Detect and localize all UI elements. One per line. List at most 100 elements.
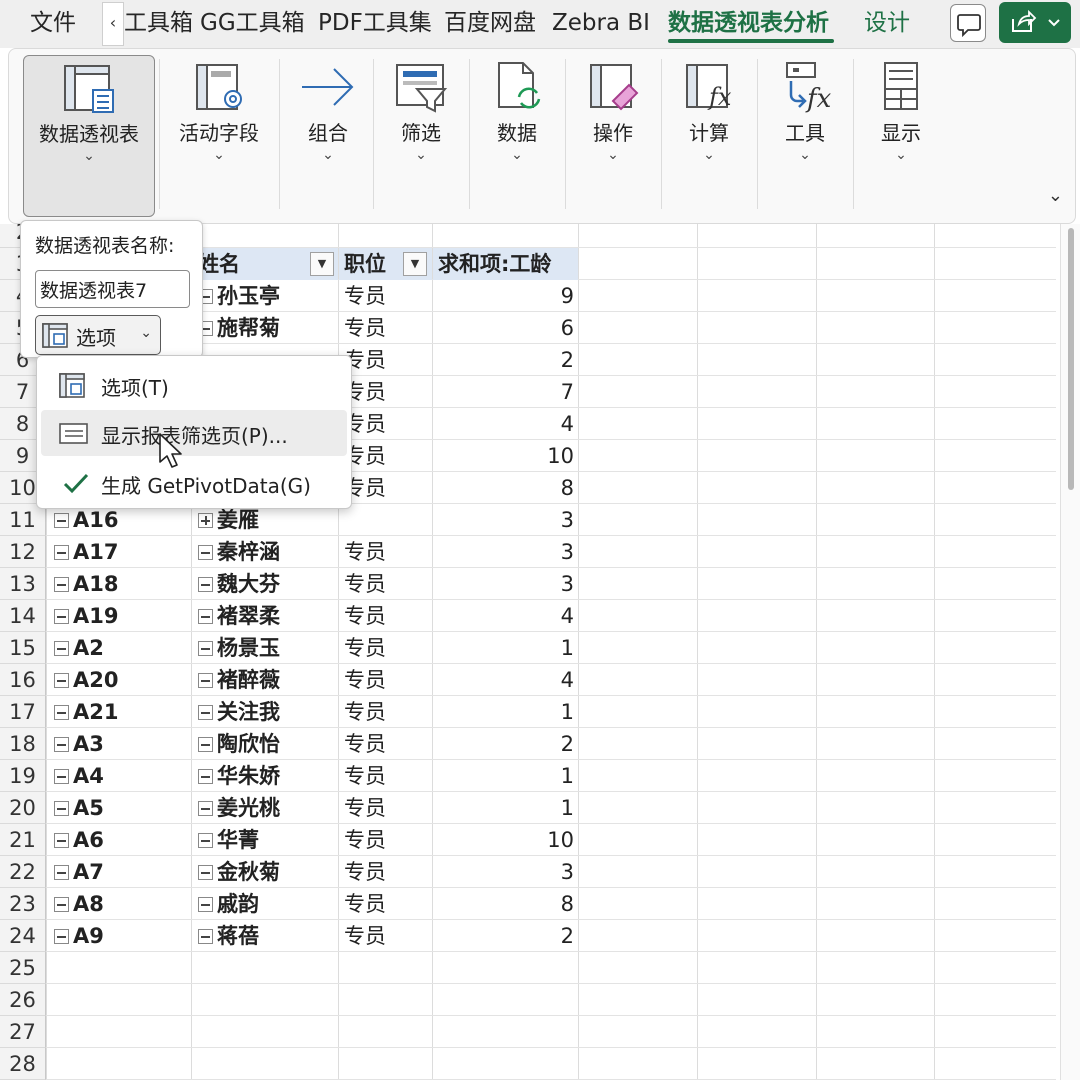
row-header[interactable]: 26 <box>0 984 46 1016</box>
ribbon-filter-button[interactable]: 筛选 ⌄ <box>379 55 463 217</box>
pivot-position-cell[interactable]: 专员 <box>344 376 432 408</box>
pivottable-name-input[interactable] <box>35 270 190 308</box>
row-header[interactable]: 19 <box>0 760 46 792</box>
pivot-value-cell[interactable]: 1 <box>436 792 574 824</box>
expand-icon[interactable] <box>198 513 213 528</box>
pivot-position-cell[interactable]: 专员 <box>344 792 432 824</box>
row-header[interactable]: 12 <box>0 536 46 568</box>
collapse-icon[interactable] <box>54 513 69 528</box>
row-header[interactable]: 18 <box>0 728 46 760</box>
row-header[interactable]: 27 <box>0 1016 46 1048</box>
pivot-position-cell[interactable]: 专员 <box>344 568 432 600</box>
pivot-value-cell[interactable]: 9 <box>436 280 574 312</box>
ribbon-group-button[interactable]: 组合 ⌄ <box>287 55 369 217</box>
pivot-position-cell[interactable]: 专员 <box>344 920 432 952</box>
pivot-value-cell[interactable]: 2 <box>436 728 574 760</box>
row-header[interactable]: 13 <box>0 568 46 600</box>
row-header[interactable]: 11 <box>0 504 46 536</box>
comments-button[interactable] <box>950 4 986 42</box>
pivot-name-cell[interactable]: 关注我 <box>198 696 338 728</box>
collapse-icon[interactable] <box>198 769 213 784</box>
collapse-icon[interactable] <box>54 833 69 848</box>
pivot-name-cell[interactable]: 施帮菊 <box>198 312 338 344</box>
collapse-icon[interactable] <box>198 833 213 848</box>
pivot-value-cell[interactable]: 3 <box>436 536 574 568</box>
pivot-id-cell[interactable]: A20 <box>54 664 190 696</box>
pivot-value-cell[interactable]: 2 <box>436 920 574 952</box>
pivot-position-cell[interactable]: 专员 <box>344 312 432 344</box>
collapse-icon[interactable] <box>54 769 69 784</box>
pivot-name-cell[interactable]: 戚韵 <box>198 888 338 920</box>
pivot-name-cell[interactable]: 姜光桃 <box>198 792 338 824</box>
ribbon-data-button[interactable]: 数据 ⌄ <box>475 55 559 217</box>
tab-baidu-netdisk[interactable]: 百度网盘 <box>444 6 536 40</box>
tab-gg-toolbox[interactable]: GG工具箱 <box>200 6 305 40</box>
ribbon-active-field-button[interactable]: 活动字段 ⌄ <box>165 55 273 217</box>
pivot-value-cell[interactable]: 1 <box>436 632 574 664</box>
collapse-icon[interactable] <box>198 609 213 624</box>
ribbon-calculations-button[interactable]: fx 计算 ⌄ <box>667 55 751 217</box>
tab-pdf-tools[interactable]: PDF工具集 <box>318 6 432 40</box>
pivot-id-cell[interactable]: A4 <box>54 760 190 792</box>
filter-dropdown-icon[interactable]: ▼ <box>310 252 334 276</box>
collapse-icon[interactable] <box>198 801 213 816</box>
pivot-position-cell[interactable]: 专员 <box>344 728 432 760</box>
pivot-value-cell[interactable]: 4 <box>436 408 574 440</box>
pivot-position-cell[interactable]: 专员 <box>344 536 432 568</box>
pivot-position-cell[interactable]: 专员 <box>344 760 432 792</box>
pivot-value-cell[interactable]: 10 <box>436 440 574 472</box>
chevron-down-icon[interactable]: ⌄ <box>140 325 152 341</box>
pivot-position-cell[interactable]: 专员 <box>344 280 432 312</box>
pivot-position-cell[interactable]: 专员 <box>344 824 432 856</box>
pivot-value-cell[interactable]: 1 <box>436 696 574 728</box>
collapse-icon[interactable] <box>198 865 213 880</box>
pivot-value-cell[interactable]: 3 <box>436 504 574 536</box>
pivot-position-cell[interactable]: 专员 <box>344 696 432 728</box>
pivot-id-cell[interactable]: A18 <box>54 568 190 600</box>
tab-toolbox[interactable]: 工具箱 <box>124 6 193 40</box>
collapse-icon[interactable] <box>198 673 213 688</box>
pivot-value-cell[interactable]: 4 <box>436 664 574 696</box>
ribbon-actions-button[interactable]: 操作 ⌄ <box>571 55 655 217</box>
pivot-id-cell[interactable]: A6 <box>54 824 190 856</box>
pivot-id-cell[interactable]: A7 <box>54 856 190 888</box>
pivot-value-cell[interactable]: 7 <box>436 376 574 408</box>
options-split-button[interactable]: 选项 ⌄ <box>35 315 161 355</box>
pivot-id-cell[interactable]: A8 <box>54 888 190 920</box>
tab-pivottable-analyze[interactable]: 数据透视表分析 <box>668 6 829 40</box>
pivot-value-cell[interactable]: 4 <box>436 600 574 632</box>
collapse-icon[interactable] <box>54 897 69 912</box>
vertical-scrollbar[interactable] <box>1060 224 1080 1080</box>
row-header[interactable]: 20 <box>0 792 46 824</box>
pivot-id-cell[interactable]: A3 <box>54 728 190 760</box>
ribbon-tools-button[interactable]: fx 工具 ⌄ <box>763 55 847 217</box>
collapse-icon[interactable] <box>198 545 213 560</box>
collapse-icon[interactable] <box>54 545 69 560</box>
menu-item-options[interactable]: 选项(T) <box>41 362 347 408</box>
pivot-position-cell[interactable]: 专员 <box>344 408 432 440</box>
collapse-icon[interactable] <box>54 929 69 944</box>
pivot-position-cell[interactable]: 专员 <box>344 440 432 472</box>
pivot-value-cell[interactable]: 6 <box>436 312 574 344</box>
collapse-icon[interactable] <box>198 897 213 912</box>
menu-item-show-report-filter-pages[interactable]: 显示报表筛选页(P)... <box>41 410 347 456</box>
share-button[interactable] <box>999 2 1071 43</box>
collapse-icon[interactable] <box>198 929 213 944</box>
collapse-icon[interactable] <box>54 737 69 752</box>
row-header[interactable]: 28 <box>0 1048 46 1080</box>
pivot-name-cell[interactable]: 褚醉薇 <box>198 664 338 696</box>
collapse-icon[interactable] <box>54 865 69 880</box>
pivot-position-cell[interactable]: 专员 <box>344 344 432 376</box>
collapse-icon[interactable] <box>54 641 69 656</box>
pivot-name-cell[interactable]: 杨景玉 <box>198 632 338 664</box>
collapse-icon[interactable] <box>54 705 69 720</box>
pivot-id-cell[interactable]: A2 <box>54 632 190 664</box>
pivot-name-cell[interactable]: 金秋菊 <box>198 856 338 888</box>
pivot-position-cell[interactable]: 专员 <box>344 632 432 664</box>
row-header[interactable]: 15 <box>0 632 46 664</box>
row-header[interactable]: 25 <box>0 952 46 984</box>
tab-scroll-left-button[interactable]: ‹ <box>102 2 124 46</box>
row-header[interactable]: 17 <box>0 696 46 728</box>
pivot-position-cell[interactable]: 专员 <box>344 856 432 888</box>
pivot-id-cell[interactable]: A17 <box>54 536 190 568</box>
